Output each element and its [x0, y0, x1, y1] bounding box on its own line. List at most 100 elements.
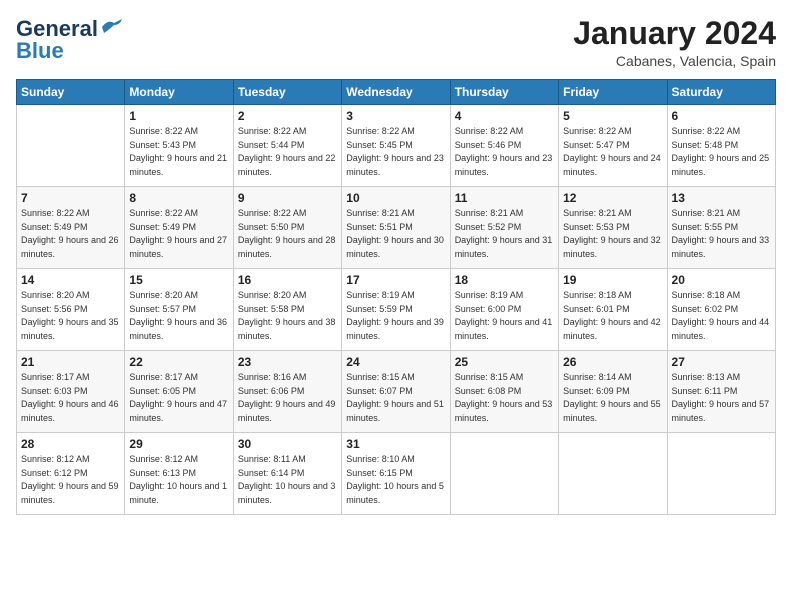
sunrise: Sunrise: 8:20 AM — [129, 290, 198, 300]
daylight: Daylight: 9 hours and 51 minutes. — [346, 399, 444, 423]
daylight: Daylight: 9 hours and 21 minutes. — [129, 153, 227, 177]
sunrise: Sunrise: 8:21 AM — [346, 208, 415, 218]
day-info: Sunrise: 8:15 AM Sunset: 6:08 PM Dayligh… — [455, 371, 554, 425]
day-info: Sunrise: 8:20 AM Sunset: 5:56 PM Dayligh… — [21, 289, 120, 343]
cell-2-2: 16 Sunrise: 8:20 AM Sunset: 5:58 PM Dayl… — [233, 269, 341, 351]
sunrise: Sunrise: 8:14 AM — [563, 372, 632, 382]
sunrise: Sunrise: 8:21 AM — [563, 208, 632, 218]
cell-2-4: 18 Sunrise: 8:19 AM Sunset: 6:00 PM Dayl… — [450, 269, 558, 351]
week-row-0: 1 Sunrise: 8:22 AM Sunset: 5:43 PM Dayli… — [17, 105, 776, 187]
month-title: January 2024 — [573, 16, 776, 51]
sunset: Sunset: 5:56 PM — [21, 304, 88, 314]
day-number: 27 — [672, 355, 771, 369]
sunset: Sunset: 5:59 PM — [346, 304, 413, 314]
day-number: 29 — [129, 437, 228, 451]
sunrise: Sunrise: 8:22 AM — [455, 126, 524, 136]
sunrise: Sunrise: 8:19 AM — [346, 290, 415, 300]
page: General Blue January 2024 Cabanes, Valen… — [0, 0, 792, 612]
sunset: Sunset: 6:13 PM — [129, 468, 196, 478]
cell-4-6 — [667, 433, 775, 515]
day-info: Sunrise: 8:18 AM Sunset: 6:01 PM Dayligh… — [563, 289, 662, 343]
week-row-4: 28 Sunrise: 8:12 AM Sunset: 6:12 PM Dayl… — [17, 433, 776, 515]
day-info: Sunrise: 8:21 AM Sunset: 5:52 PM Dayligh… — [455, 207, 554, 261]
week-row-3: 21 Sunrise: 8:17 AM Sunset: 6:03 PM Dayl… — [17, 351, 776, 433]
day-info: Sunrise: 8:13 AM Sunset: 6:11 PM Dayligh… — [672, 371, 771, 425]
weekday-header-row: Sunday Monday Tuesday Wednesday Thursday… — [17, 80, 776, 105]
sunset: Sunset: 5:50 PM — [238, 222, 305, 232]
logo-bird-icon — [100, 19, 122, 35]
day-number: 2 — [238, 109, 337, 123]
cell-4-5 — [559, 433, 667, 515]
cell-2-5: 19 Sunrise: 8:18 AM Sunset: 6:01 PM Dayl… — [559, 269, 667, 351]
sunrise: Sunrise: 8:16 AM — [238, 372, 307, 382]
cell-4-4 — [450, 433, 558, 515]
daylight: Daylight: 9 hours and 26 minutes. — [21, 235, 119, 259]
day-number: 1 — [129, 109, 228, 123]
day-number: 19 — [563, 273, 662, 287]
sunrise: Sunrise: 8:19 AM — [455, 290, 524, 300]
day-info: Sunrise: 8:22 AM Sunset: 5:45 PM Dayligh… — [346, 125, 445, 179]
day-info: Sunrise: 8:21 AM Sunset: 5:53 PM Dayligh… — [563, 207, 662, 261]
daylight: Daylight: 9 hours and 38 minutes. — [238, 317, 336, 341]
day-number: 24 — [346, 355, 445, 369]
day-number: 3 — [346, 109, 445, 123]
cell-1-1: 8 Sunrise: 8:22 AM Sunset: 5:49 PM Dayli… — [125, 187, 233, 269]
day-number: 10 — [346, 191, 445, 205]
daylight: Daylight: 9 hours and 44 minutes. — [672, 317, 770, 341]
cell-1-2: 9 Sunrise: 8:22 AM Sunset: 5:50 PM Dayli… — [233, 187, 341, 269]
sunrise: Sunrise: 8:11 AM — [238, 454, 306, 464]
day-info: Sunrise: 8:19 AM Sunset: 5:59 PM Dayligh… — [346, 289, 445, 343]
daylight: Daylight: 9 hours and 23 minutes. — [346, 153, 444, 177]
sunrise: Sunrise: 8:21 AM — [455, 208, 524, 218]
day-info: Sunrise: 8:22 AM Sunset: 5:43 PM Dayligh… — [129, 125, 228, 179]
day-info: Sunrise: 8:21 AM Sunset: 5:51 PM Dayligh… — [346, 207, 445, 261]
day-info: Sunrise: 8:22 AM Sunset: 5:49 PM Dayligh… — [129, 207, 228, 261]
day-info: Sunrise: 8:15 AM Sunset: 6:07 PM Dayligh… — [346, 371, 445, 425]
sunrise: Sunrise: 8:22 AM — [129, 208, 198, 218]
sunrise: Sunrise: 8:20 AM — [21, 290, 90, 300]
sunset: Sunset: 6:03 PM — [21, 386, 88, 396]
header-thursday: Thursday — [450, 80, 558, 105]
header: General Blue January 2024 Cabanes, Valen… — [16, 16, 776, 69]
header-monday: Monday — [125, 80, 233, 105]
day-info: Sunrise: 8:11 AM Sunset: 6:14 PM Dayligh… — [238, 453, 337, 507]
sunset: Sunset: 5:57 PM — [129, 304, 196, 314]
week-row-2: 14 Sunrise: 8:20 AM Sunset: 5:56 PM Dayl… — [17, 269, 776, 351]
sunset: Sunset: 5:46 PM — [455, 140, 522, 150]
sunrise: Sunrise: 8:22 AM — [21, 208, 90, 218]
sunrise: Sunrise: 8:22 AM — [129, 126, 198, 136]
cell-0-1: 1 Sunrise: 8:22 AM Sunset: 5:43 PM Dayli… — [125, 105, 233, 187]
sunset: Sunset: 5:44 PM — [238, 140, 305, 150]
daylight: Daylight: 9 hours and 55 minutes. — [563, 399, 661, 423]
sunset: Sunset: 5:53 PM — [563, 222, 630, 232]
sunset: Sunset: 5:55 PM — [672, 222, 739, 232]
day-info: Sunrise: 8:21 AM Sunset: 5:55 PM Dayligh… — [672, 207, 771, 261]
daylight: Daylight: 9 hours and 39 minutes. — [346, 317, 444, 341]
sunset: Sunset: 6:06 PM — [238, 386, 305, 396]
cell-1-6: 13 Sunrise: 8:21 AM Sunset: 5:55 PM Dayl… — [667, 187, 775, 269]
header-sunday: Sunday — [17, 80, 125, 105]
cell-0-2: 2 Sunrise: 8:22 AM Sunset: 5:44 PM Dayli… — [233, 105, 341, 187]
cell-3-5: 26 Sunrise: 8:14 AM Sunset: 6:09 PM Dayl… — [559, 351, 667, 433]
daylight: Daylight: 9 hours and 23 minutes. — [455, 153, 553, 177]
daylight: Daylight: 9 hours and 53 minutes. — [455, 399, 553, 423]
day-number: 30 — [238, 437, 337, 451]
cell-0-0 — [17, 105, 125, 187]
daylight: Daylight: 9 hours and 46 minutes. — [21, 399, 119, 423]
day-number: 7 — [21, 191, 120, 205]
cell-1-3: 10 Sunrise: 8:21 AM Sunset: 5:51 PM Dayl… — [342, 187, 450, 269]
sunrise: Sunrise: 8:22 AM — [563, 126, 632, 136]
day-number: 17 — [346, 273, 445, 287]
day-number: 25 — [455, 355, 554, 369]
cell-4-3: 31 Sunrise: 8:10 AM Sunset: 6:15 PM Dayl… — [342, 433, 450, 515]
location: Cabanes, Valencia, Spain — [573, 53, 776, 69]
cell-1-0: 7 Sunrise: 8:22 AM Sunset: 5:49 PM Dayli… — [17, 187, 125, 269]
header-wednesday: Wednesday — [342, 80, 450, 105]
sunrise: Sunrise: 8:13 AM — [672, 372, 741, 382]
day-number: 4 — [455, 109, 554, 123]
logo: General Blue — [16, 16, 122, 64]
day-info: Sunrise: 8:20 AM Sunset: 5:58 PM Dayligh… — [238, 289, 337, 343]
logo-blue: Blue — [16, 38, 64, 64]
sunset: Sunset: 5:43 PM — [129, 140, 196, 150]
sunrise: Sunrise: 8:15 AM — [346, 372, 415, 382]
